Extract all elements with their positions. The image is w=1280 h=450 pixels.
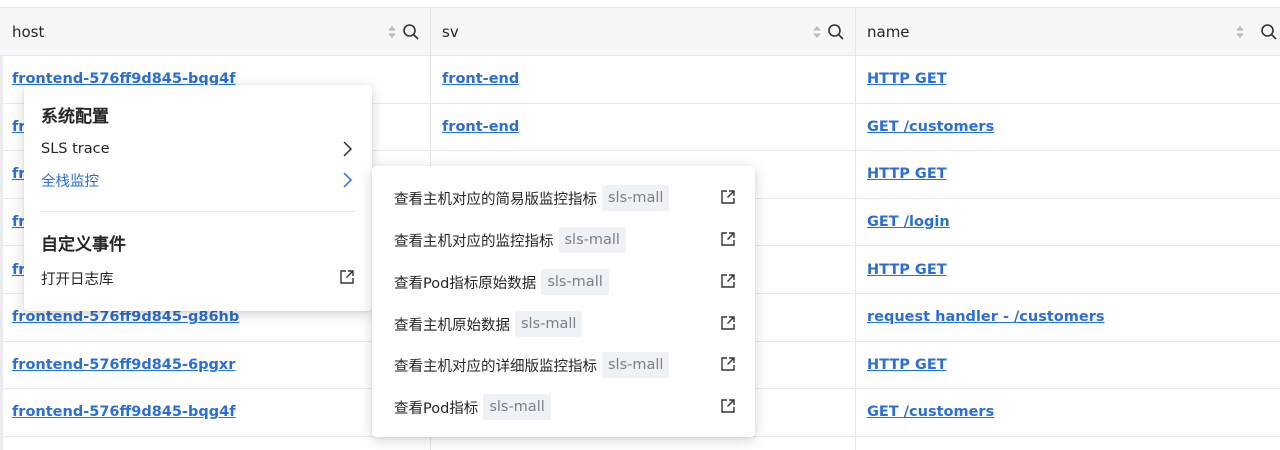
external-link-icon: [721, 232, 735, 246]
column-header-name[interactable]: name: [855, 8, 1280, 56]
chevron-right-icon: [343, 141, 353, 157]
name-link[interactable]: GET /login: [867, 214, 950, 230]
submenu-item-label: 查看主机对应的详细版监控指标: [394, 358, 597, 375]
table-cell-sv: front-end: [430, 104, 855, 151]
name-link[interactable]: HTTP GET: [867, 166, 947, 182]
table-cell-name: HTTP GET: [855, 151, 1280, 198]
submenu-item[interactable]: 查看主机对应的监控指标 sls-mall: [394, 227, 738, 253]
table-cell-host: frontend-576ff9d845-6pgxr: [0, 342, 430, 389]
sv-link[interactable]: front-end: [442, 71, 519, 87]
project-tag: sls-mall: [515, 311, 583, 337]
column-header-label: name: [867, 23, 910, 41]
table-cell-name: HTTP GET: [855, 342, 1280, 389]
submenu-item-label: 查看主机对应的监控指标: [394, 233, 554, 250]
table-cell-name: GET /login: [855, 199, 1280, 246]
search-icon[interactable]: [827, 23, 845, 41]
table-header: host sv name: [0, 7, 1280, 56]
menu-group-title-custom-events: 自定义事件: [41, 235, 126, 255]
name-link[interactable]: HTTP GET: [867, 262, 947, 278]
name-link[interactable]: request handler - /customers: [867, 309, 1104, 325]
context-menu: 系统配置 SLS trace 全栈监控 自定义事件 打开日志库: [24, 85, 372, 311]
name-link[interactable]: GET /customers: [867, 119, 994, 135]
column-header-sv[interactable]: sv: [430, 8, 855, 56]
table-cell-name: request handler - /customers: [855, 294, 1280, 341]
search-icon[interactable]: [402, 23, 420, 41]
column-header-host[interactable]: host: [0, 8, 430, 56]
submenu-item[interactable]: 查看主机对应的简易版监控指标 sls-mall: [394, 185, 738, 211]
project-tag: sls-mall: [602, 352, 670, 378]
menu-divider: [41, 211, 355, 212]
table-cell-name: GET /customers: [855, 389, 1280, 436]
project-tag: sls-mall: [558, 227, 626, 253]
project-tag: sls-mall: [483, 394, 551, 420]
menu-group-title-system-config: 系统配置: [41, 107, 109, 127]
project-tag: sls-mall: [602, 185, 670, 211]
menu-item-label: SLS trace: [41, 141, 110, 157]
external-link-icon: [721, 357, 735, 371]
name-link[interactable]: HTTP GET: [867, 357, 947, 373]
table-cell-name: HTTP GET: [855, 246, 1280, 293]
table-cell-host: frontend-576ff9d845-bqg4f: [0, 389, 430, 436]
menu-item-fullstack-monitor[interactable]: 全栈监控: [41, 169, 355, 191]
menu-item-label: 全栈监控: [41, 173, 99, 190]
submenu-fullstack-monitor: 查看主机对应的简易版监控指标 sls-mall 查看主机对应的监控指标 sls-mal…: [372, 166, 755, 437]
menu-item-label: 打开日志库: [41, 271, 114, 288]
submenu-item[interactable]: 查看Pod指标 sls-mall: [394, 394, 738, 420]
submenu-item-label: 查看Pod指标: [394, 400, 479, 417]
host-link[interactable]: frontend-576ff9d845-bqg4f: [12, 404, 236, 420]
name-link[interactable]: HTTP GET: [867, 71, 947, 87]
column-header-label: sv: [442, 23, 459, 41]
search-icon[interactable]: [1260, 23, 1278, 41]
sv-link[interactable]: front-end: [442, 119, 519, 135]
sort-icon[interactable]: [1236, 26, 1244, 38]
submenu-item-label: 查看主机对应的简易版监控指标: [394, 191, 597, 208]
external-link-icon: [721, 316, 735, 330]
submenu-item[interactable]: 查看主机对应的详细版监控指标 sls-mall: [394, 352, 738, 378]
submenu-item[interactable]: 查看主机原始数据 sls-mall: [394, 311, 738, 337]
menu-item-open-logstore[interactable]: 打开日志库: [41, 267, 355, 289]
submenu-item[interactable]: 查看Pod指标原始数据 sls-mall: [394, 269, 738, 295]
sort-icon[interactable]: [813, 26, 821, 38]
external-link-icon: [721, 399, 735, 413]
submenu-item-label: 查看主机原始数据: [394, 317, 510, 334]
host-link[interactable]: frontend-576ff9d845-6pgxr: [12, 357, 235, 373]
external-link-icon: [721, 190, 735, 204]
submenu-item-label: 查看Pod指标原始数据: [394, 275, 537, 292]
host-link[interactable]: frontend-576ff9d845-g86hb: [12, 309, 239, 325]
sort-icon[interactable]: [388, 26, 396, 38]
table-cell-name: GET /customers: [855, 104, 1280, 151]
project-tag: sls-mall: [541, 269, 609, 295]
external-link-icon: [340, 270, 354, 284]
name-link[interactable]: GET /customers: [867, 404, 994, 420]
menu-item-sls-trace[interactable]: SLS trace: [41, 138, 355, 160]
table-cell-name: HTTP GET: [855, 56, 1280, 103]
chevron-right-icon: [343, 172, 353, 188]
external-link-icon: [721, 274, 735, 288]
column-header-label: host: [12, 23, 45, 41]
table-cell-sv: front-end: [430, 56, 855, 103]
